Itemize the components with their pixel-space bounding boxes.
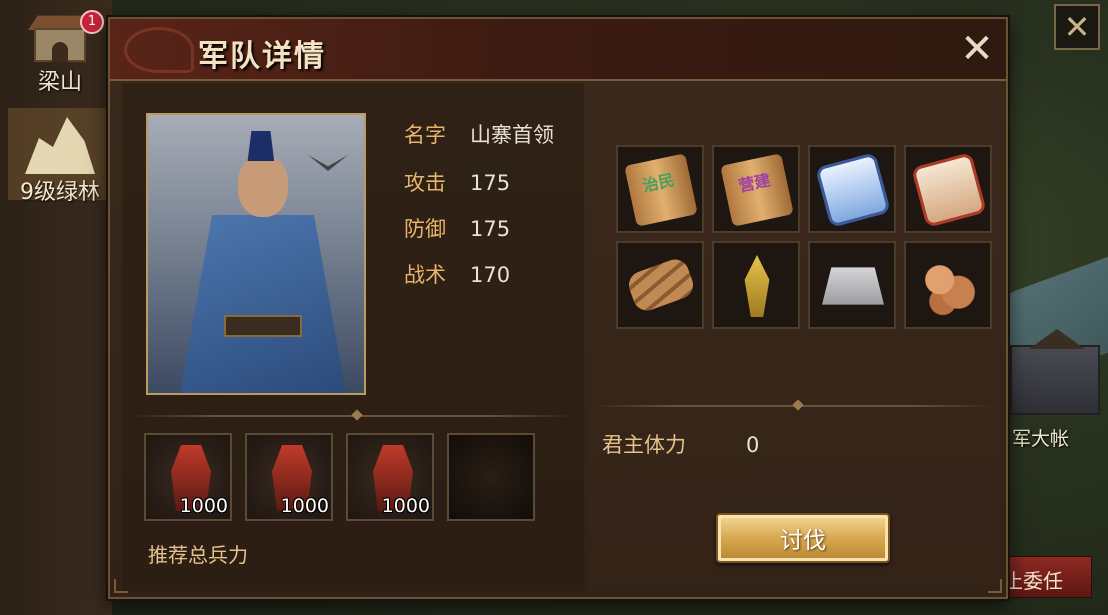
reward-item[interactable] [616, 241, 704, 329]
troop-count: 1000 [179, 495, 228, 517]
troop-slot-blademan[interactable]: 1000 [346, 433, 434, 521]
army-camp-building[interactable] [1010, 345, 1100, 415]
tactics-value: 170 [470, 263, 511, 287]
recommended-troops-label: 推荐总兵力 [148, 543, 248, 567]
outer-close-icon[interactable]: ✕ [1054, 4, 1100, 50]
corner-ornament [114, 579, 128, 593]
army-camp-label: 军大帐 [1012, 428, 1070, 450]
sidebar: 梁山 1 9级绿林 [0, 0, 112, 615]
copper-coin-icon [918, 255, 980, 317]
stop-delegate-button[interactable]: 止委任 [996, 556, 1092, 598]
general-portrait [146, 113, 366, 395]
red-scroll-icon [911, 152, 987, 228]
scroll-text: 治民 [640, 170, 677, 196]
mountain-icon [25, 117, 95, 174]
name-value: 山寨首领 [470, 123, 554, 147]
attack-button[interactable]: 讨伐 [716, 513, 890, 563]
scroll-icon: 治民 [624, 153, 698, 227]
sidebar-item-label: 9级绿林 [20, 180, 100, 205]
reward-item[interactable] [808, 145, 896, 233]
reward-item[interactable] [712, 241, 800, 329]
scroll-icon: 营建 [720, 153, 794, 227]
reward-item[interactable]: 营建 [712, 145, 800, 233]
defense-row: 防御 175 [404, 213, 510, 243]
reward-item[interactable]: 治民 [616, 145, 704, 233]
tactics-row: 战术 170 [404, 259, 510, 289]
troop-slot-empty[interactable] [447, 433, 535, 521]
troop-count: 1000 [381, 495, 430, 517]
attack-value: 175 [470, 171, 511, 195]
troop-slot-spearman[interactable]: 1000 [144, 433, 232, 521]
reward-item[interactable] [904, 145, 992, 233]
tactics-label: 战术 [404, 263, 446, 287]
dialog-header: 军队详情 ✕ [110, 19, 1006, 81]
attack-row: 攻击 175 [404, 167, 510, 197]
close-icon[interactable]: ✕ [956, 29, 998, 71]
defense-label: 防御 [404, 217, 446, 241]
attack-label: 攻击 [404, 171, 446, 195]
defense-value: 175 [470, 217, 511, 241]
right-divider [594, 399, 994, 411]
name-label: 名字 [404, 123, 446, 147]
lord-stamina-row: 君主体力 0 [602, 429, 759, 459]
decorative-swirl-icon [124, 27, 194, 73]
corner-ornament [988, 579, 1002, 593]
notification-badge: 1 [80, 10, 104, 34]
troop-slot-cavalry[interactable]: 1000 [245, 433, 333, 521]
army-detail-dialog: 军队详情 ✕ 名字山寨首领 攻击 175 防御 175 战术 170 1000 [108, 17, 1008, 599]
troop-count: 1000 [280, 495, 329, 517]
bird-icon [308, 155, 348, 171]
scroll-text: 营建 [736, 170, 773, 196]
blue-scroll-icon [815, 152, 891, 228]
dialog-title: 军队详情 [198, 39, 326, 74]
sidebar-item-greenwood[interactable]: 9级绿林 [10, 114, 110, 206]
wood-icon [625, 255, 697, 315]
grain-icon [744, 255, 770, 317]
reward-item[interactable] [904, 241, 992, 329]
stop-delegate-label: 止委任 [1003, 569, 1063, 593]
lord-stamina-label: 君主体力 [602, 433, 686, 457]
lord-stamina-value: 0 [746, 433, 760, 457]
name-row: 名字 山寨首领 [404, 119, 554, 149]
iron-ingot-icon [822, 267, 884, 305]
left-divider [130, 409, 576, 421]
reward-item[interactable] [808, 241, 896, 329]
sidebar-item-label: 梁山 [37, 70, 82, 95]
